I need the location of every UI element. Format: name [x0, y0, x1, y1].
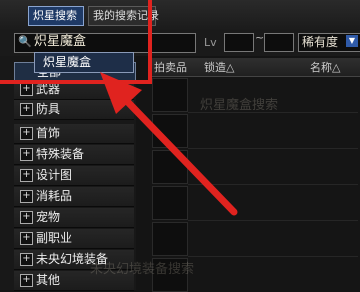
annotation-arrow-icon [100, 72, 238, 216]
